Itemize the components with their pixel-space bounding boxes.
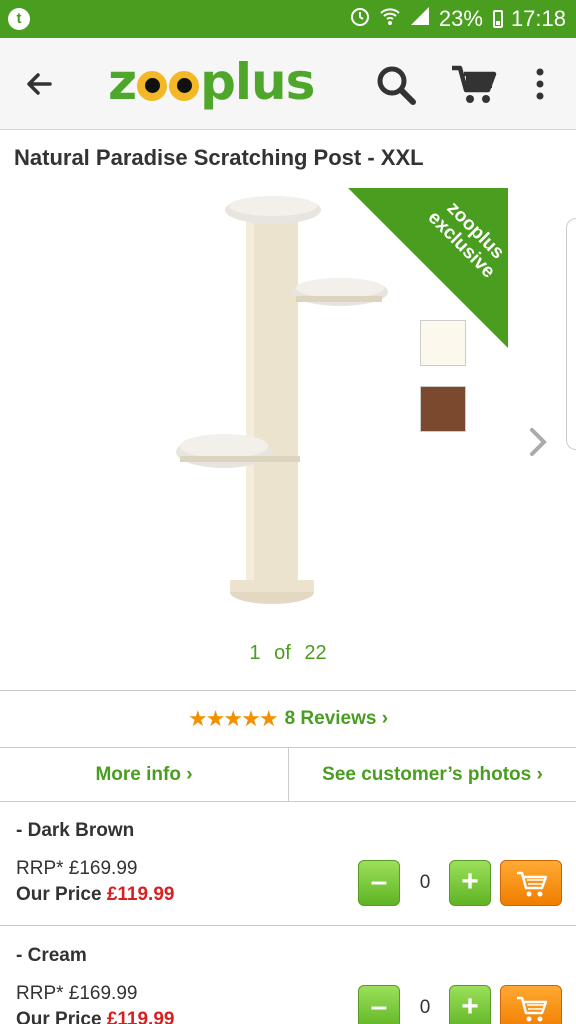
increase-quantity-button[interactable]: + <box>449 860 491 906</box>
clock: 17:18 <box>510 6 566 31</box>
rrp-price: RRP* £169.99 <box>16 858 138 879</box>
variant-row: - Cream RRP* £169.99 Our Price £119.99 –… <box>0 927 576 1024</box>
rrp-price: RRP* £169.99 <box>16 983 138 1004</box>
our-price: Our Price £119.99 <box>16 1009 174 1024</box>
app-notification-icon: t <box>8 8 30 30</box>
customer-photos-link[interactable]: See customer’s photos › <box>289 748 576 801</box>
side-panel-handle[interactable] <box>566 218 576 450</box>
our-price: Our Price £119.99 <box>16 884 175 905</box>
sale-price: £119.99 <box>106 1009 175 1024</box>
cart-icon <box>517 871 548 897</box>
alarm-icon <box>349 5 371 33</box>
decrease-quantity-button[interactable]: – <box>358 985 400 1024</box>
product-gallery[interactable]: zooplus exclusive <box>0 180 576 680</box>
image-pager: 1 of 22 <box>249 642 327 664</box>
rating-stars: ★★★★★ <box>187 706 279 731</box>
wifi-icon <box>379 5 401 33</box>
sale-price: £119.99 <box>106 884 175 905</box>
product-title: Natural Paradise Scratching Post - XXL <box>14 145 424 170</box>
info-row: More info › See customer’s photos › <box>0 748 576 802</box>
increase-quantity-button[interactable]: + <box>449 985 491 1024</box>
status-bar: t 23% 17:18 <box>0 0 576 38</box>
zooplus-logo[interactable]: z plus <box>108 53 315 111</box>
cart-icon <box>517 996 548 1022</box>
reviews-row[interactable]: ★★★★★ 8 Reviews › <box>0 690 576 748</box>
more-info-link[interactable]: More info › <box>0 748 289 801</box>
add-to-cart-button[interactable] <box>500 860 562 906</box>
add-to-cart-button[interactable] <box>500 985 562 1024</box>
variant-row: - Dark Brown RRP* £169.99 Our Price £119… <box>0 802 576 926</box>
quantity-value: 0 <box>419 872 431 893</box>
quantity-value: 0 <box>419 997 431 1018</box>
reviews-link[interactable]: 8 Reviews › <box>285 708 389 730</box>
variant-name: - Cream <box>16 945 87 966</box>
battery-percent: 23% <box>438 6 483 31</box>
back-arrow-icon[interactable] <box>20 64 60 104</box>
battery-icon <box>492 10 503 28</box>
logo-eyes <box>137 63 200 101</box>
variant-name: - Dark Brown <box>16 820 135 841</box>
status-icons: 23% 17:18 <box>349 5 566 33</box>
chevron-right-icon[interactable] <box>524 422 554 462</box>
signal-icon <box>409 5 431 33</box>
more-vert-icon[interactable] <box>528 66 552 102</box>
search-icon[interactable] <box>374 63 418 107</box>
decrease-quantity-button[interactable]: – <box>358 860 400 906</box>
color-swatch-cream[interactable] <box>420 320 466 366</box>
color-swatch-dark-brown[interactable] <box>420 386 466 432</box>
cart-icon[interactable] <box>450 62 498 106</box>
app-bar: z plus <box>0 38 576 130</box>
